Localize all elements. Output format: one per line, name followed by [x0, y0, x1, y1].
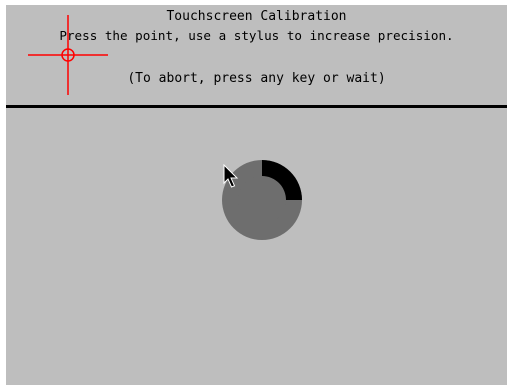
- mouse-pointer-icon: [223, 164, 239, 188]
- crosshair-icon[interactable]: [28, 15, 108, 95]
- header-divider: [6, 105, 507, 108]
- timer-center: [238, 176, 286, 224]
- calibration-screen[interactable]: Touchscreen Calibration Press the point,…: [6, 5, 507, 385]
